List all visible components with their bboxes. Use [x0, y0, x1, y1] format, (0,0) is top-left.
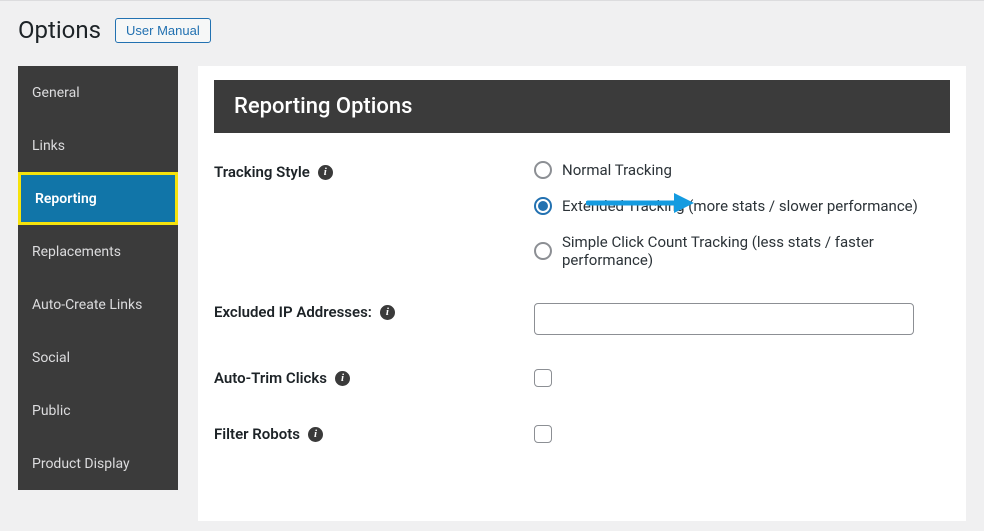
excluded-ips-control — [534, 303, 950, 335]
excluded-ips-label: Excluded IP Addresses: — [214, 303, 372, 321]
radio-extended-tracking[interactable]: Extended Tracking (more stats / slower p… — [534, 197, 950, 215]
main-panel: Reporting Options Tracking Style i Norma… — [198, 66, 966, 521]
info-icon[interactable]: i — [380, 305, 395, 320]
info-icon[interactable]: i — [308, 427, 323, 442]
tracking-style-label: Tracking Style — [214, 163, 310, 181]
header-divider — [0, 0, 984, 1]
filter-robots-label: Filter Robots — [214, 425, 300, 443]
row-excluded-ips: Excluded IP Addresses: i — [214, 303, 950, 335]
sidebar: General Links Reporting Replacements Aut… — [18, 66, 178, 490]
sidebar-item-product-display[interactable]: Product Display — [18, 437, 178, 490]
user-manual-button[interactable]: User Manual — [115, 18, 211, 43]
excluded-ips-input[interactable] — [534, 303, 914, 335]
sidebar-item-public[interactable]: Public — [18, 384, 178, 437]
sidebar-item-reporting[interactable]: Reporting — [18, 172, 178, 225]
auto-trim-control — [534, 369, 950, 391]
sidebar-item-replacements[interactable]: Replacements — [18, 225, 178, 278]
sidebar-item-label: Social — [32, 350, 70, 366]
radio-label: Simple Click Count Tracking (less stats … — [562, 233, 950, 269]
form-table: Tracking Style i Normal Tracking Extende… — [214, 161, 950, 447]
sidebar-item-label: Replacements — [32, 244, 121, 260]
info-icon[interactable]: i — [318, 165, 333, 180]
radio-normal-tracking[interactable]: Normal Tracking — [534, 161, 950, 179]
row-filter-robots: Filter Robots i — [214, 425, 950, 447]
auto-trim-checkbox[interactable] — [534, 369, 552, 387]
sidebar-item-label: Public — [32, 403, 71, 419]
auto-trim-label: Auto-Trim Clicks — [214, 369, 327, 387]
filter-robots-label-cell: Filter Robots i — [214, 425, 534, 443]
sidebar-item-social[interactable]: Social — [18, 331, 178, 384]
radio-icon[interactable] — [534, 197, 552, 215]
page-title: Options — [18, 16, 101, 44]
info-icon[interactable]: i — [335, 371, 350, 386]
sidebar-item-label: Reporting — [35, 191, 97, 207]
page-header: Options User Manual — [0, 0, 984, 66]
auto-trim-label-cell: Auto-Trim Clicks i — [214, 369, 534, 387]
sidebar-item-general[interactable]: General — [18, 66, 178, 119]
sidebar-item-auto-create-links[interactable]: Auto-Create Links — [18, 278, 178, 331]
row-auto-trim: Auto-Trim Clicks i — [214, 369, 950, 391]
sidebar-item-label: Product Display — [32, 456, 130, 472]
sidebar-item-links[interactable]: Links — [18, 119, 178, 172]
sidebar-item-label: Auto-Create Links — [32, 297, 142, 313]
sidebar-item-label: Links — [32, 138, 65, 154]
content-wrapper: General Links Reporting Replacements Aut… — [0, 66, 984, 521]
radio-simple-click-count[interactable]: Simple Click Count Tracking (less stats … — [534, 233, 950, 269]
excluded-ips-label-cell: Excluded IP Addresses: i — [214, 303, 534, 321]
row-tracking-style: Tracking Style i Normal Tracking Extende… — [214, 161, 950, 269]
panel-title: Reporting Options — [214, 80, 950, 133]
filter-robots-control — [534, 425, 950, 447]
radio-icon[interactable] — [534, 161, 552, 179]
filter-robots-checkbox[interactable] — [534, 425, 552, 443]
tracking-style-options: Normal Tracking Extended Tracking (more … — [534, 161, 950, 269]
radio-label: Extended Tracking (more stats / slower p… — [562, 197, 918, 215]
radio-icon[interactable] — [534, 242, 552, 260]
radio-label: Normal Tracking — [562, 161, 672, 179]
tracking-style-label-cell: Tracking Style i — [214, 161, 534, 181]
sidebar-item-label: General — [32, 85, 80, 101]
